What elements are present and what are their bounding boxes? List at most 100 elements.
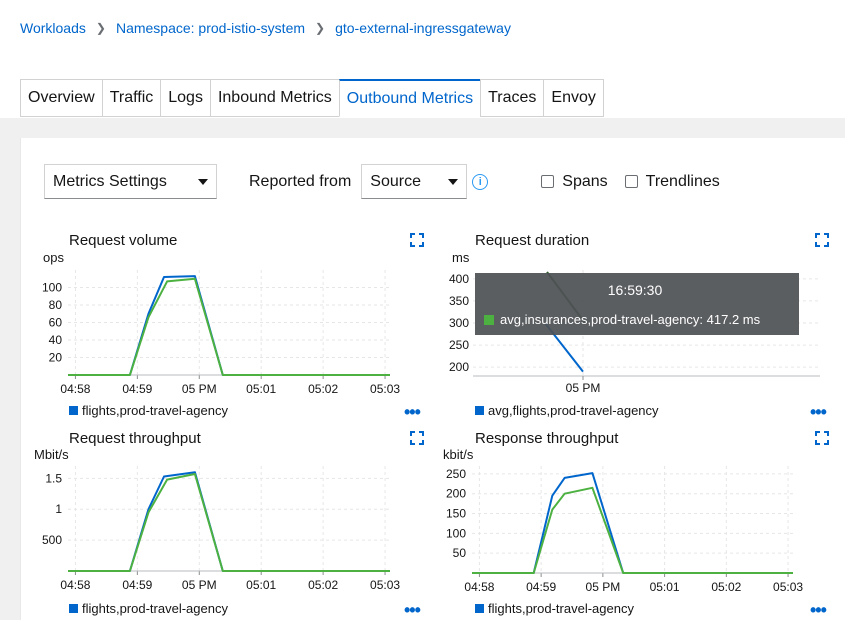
legend-label: avg,flights,prod-travel-agency (488, 403, 659, 418)
x-tick-label: 05:01 (246, 382, 276, 396)
chart-title: Request volume (69, 232, 178, 249)
y-tick-label: 20 (49, 351, 63, 365)
y-tick-label: 1.5 (45, 471, 62, 485)
chart-unit: ops (43, 250, 64, 265)
chart-title: Request throughput (69, 430, 201, 447)
tab-traffic[interactable]: Traffic (101, 79, 161, 117)
chart-legend[interactable]: flights,prod-travel-agency (69, 403, 228, 418)
chart-legend[interactable]: flights,prod-travel-agency (69, 601, 228, 616)
x-tick-label: 05:02 (308, 578, 338, 592)
series-line-blue (472, 472, 793, 574)
y-tick-label: 250 (446, 467, 466, 481)
reported-from-value: Source (370, 172, 421, 190)
expand-icon[interactable] (410, 431, 424, 445)
breadcrumb-workload[interactable]: gto-external-ingressgateway (335, 20, 511, 36)
more-options-icon[interactable]: ••• (404, 601, 421, 619)
breadcrumb-namespace[interactable]: Namespace: prod-istio-system (116, 20, 305, 36)
y-tick-label: 1 (55, 502, 62, 516)
expand-icon[interactable] (815, 431, 829, 445)
spans-checkbox[interactable] (541, 175, 555, 188)
content-background (0, 118, 845, 138)
tab-traces[interactable]: Traces (480, 79, 544, 117)
chart-legend[interactable]: avg,flights,prod-travel-agency (475, 403, 659, 418)
y-tick-label: 50 (453, 546, 467, 560)
chart-title: Response throughput (475, 430, 619, 447)
chart-unit: Mbit/s (34, 447, 69, 462)
spans-label: Spans (562, 172, 608, 190)
x-tick-label: 04:58 (60, 578, 90, 592)
trendlines-label: Trendlines (645, 172, 720, 190)
y-tick-label: 80 (49, 298, 63, 312)
x-tick-label: 05 PM (182, 382, 217, 396)
tab-outbound-metrics[interactable]: Outbound Metrics (338, 79, 481, 117)
request-throughput-chart: 1.5 1 500 04:58 04:59 05 PM 05:01 05:02 05:03 (42, 466, 400, 592)
x-tick-label: 05:03 (370, 578, 400, 592)
x-tick-label: 05:01 (650, 580, 680, 594)
series-line-blue (68, 471, 390, 572)
x-tick-label: 05 PM (566, 381, 601, 395)
y-tick-label: 60 (49, 316, 63, 330)
y-tick-label: 200 (449, 360, 469, 374)
chevron-right-icon: ❯ (315, 21, 326, 35)
reported-from-label: Reported from (249, 172, 352, 190)
expand-icon[interactable] (410, 233, 424, 247)
x-tick-label: 04:58 (464, 580, 494, 594)
tooltip-entry: avg,insurances,prod-travel-agency: 417.2… (500, 312, 761, 327)
legend-swatch (69, 604, 78, 613)
x-tick-label: 04:59 (526, 580, 556, 594)
legend-label: flights,prod-travel-agency (82, 403, 228, 418)
expand-icon[interactable] (815, 233, 829, 247)
x-tick-label: 04:59 (122, 382, 152, 396)
x-tick-label: 05:03 (370, 382, 400, 396)
y-tick-label: 250 (449, 338, 469, 352)
trendlines-checkbox[interactable] (624, 175, 638, 188)
x-tick-label: 05:02 (308, 382, 338, 396)
series-line-blue (68, 275, 390, 376)
x-tick-label: 05:02 (711, 580, 741, 594)
y-tick-label: 40 (49, 333, 63, 347)
y-tick-label: 500 (42, 533, 62, 547)
content-gutter (0, 118, 20, 620)
x-tick-label: 05:01 (246, 578, 276, 592)
tooltip-time: 16:59:30 (608, 282, 663, 298)
tooltip-swatch (484, 315, 494, 325)
series-line-green (472, 486, 793, 574)
tab-bar: Overview Traffic Logs Inbound Metrics Ou… (20, 79, 604, 117)
tab-envoy[interactable]: Envoy (543, 79, 604, 117)
x-tick-label: 04:58 (60, 382, 90, 396)
chart-unit: ms (452, 250, 470, 265)
y-tick-label: 100 (42, 281, 62, 295)
legend-swatch (69, 406, 78, 415)
tab-overview[interactable]: Overview (20, 79, 102, 117)
y-tick-label: 200 (446, 487, 466, 501)
more-options-icon[interactable]: ••• (404, 403, 421, 421)
tab-inbound-metrics[interactable]: Inbound Metrics (209, 79, 339, 117)
response-throughput-chart: 250 200 150 100 50 04:58 04:59 05 PM 05:01 05:02 0… (446, 466, 803, 594)
y-tick-label: 300 (449, 316, 469, 330)
x-tick-label: 05 PM (586, 580, 621, 594)
x-tick-label: 05:03 (773, 580, 803, 594)
tab-logs[interactable]: Logs (160, 79, 210, 117)
breadcrumb-workloads[interactable]: Workloads (20, 20, 86, 36)
legend-swatch (475, 406, 484, 415)
reported-from-select[interactable]: Source (361, 164, 468, 199)
x-tick-label: 05 PM (182, 578, 217, 592)
request-volume-chart: 100 80 60 40 20 04:58 04:59 05 PM 05:01 05:02 05:0… (42, 270, 400, 396)
more-options-icon[interactable]: ••• (810, 601, 827, 619)
info-icon[interactable]: i (472, 173, 489, 190)
metrics-settings-dropdown[interactable]: Metrics Settings (44, 164, 217, 199)
chart-legend[interactable]: flights,prod-travel-agency (475, 601, 634, 616)
y-tick-label: 150 (446, 507, 466, 521)
y-tick-label: 400 (449, 272, 469, 286)
chart-unit: kbit/s (443, 447, 474, 462)
chart-title: Request duration (475, 232, 590, 249)
legend-label: flights,prod-travel-agency (82, 601, 228, 616)
metrics-toolbar: Metrics Settings Reported from Source i … (44, 164, 720, 199)
legend-label: flights,prod-travel-agency (488, 601, 634, 616)
y-tick-label: 350 (449, 294, 469, 308)
y-tick-label: 100 (446, 526, 466, 540)
request-duration-chart: 400 350 300 250 200 05 PM 16:59:30 avg,insuranc… (449, 270, 820, 395)
series-line-green (68, 473, 390, 572)
more-options-icon[interactable]: ••• (810, 403, 827, 421)
chevron-right-icon: ❯ (95, 21, 106, 35)
